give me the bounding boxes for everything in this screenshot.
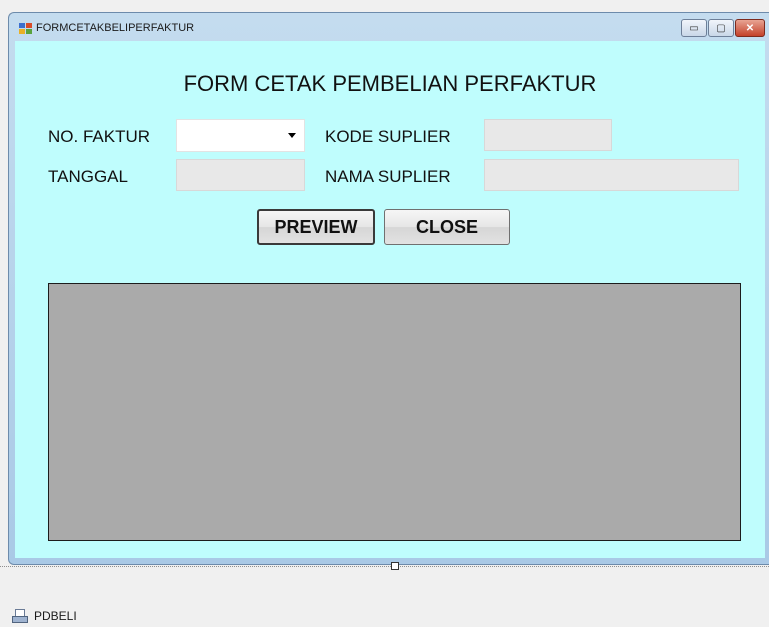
maximize-icon: ▢ [716, 22, 726, 34]
kode-suplier-field[interactable] [484, 119, 612, 151]
print-document-icon [12, 609, 30, 623]
preview-button-label: PREVIEW [274, 216, 358, 237]
minimize-button[interactable]: ▭ [681, 19, 707, 37]
tray-component-pdbeli[interactable]: PDBELI [12, 609, 77, 623]
window-title: FORMCETAKBELIPERFAKTUR [36, 22, 195, 34]
close-button[interactable]: CLOSE [384, 209, 510, 245]
resize-handle[interactable] [391, 562, 399, 570]
nama-suplier-label: NAMA SUPLIER [325, 167, 451, 186]
title-bar[interactable]: FORMCETAKBELIPERFAKTUR ▭ ▢ ✕ [9, 13, 769, 41]
no-faktur-label: NO. FAKTUR [48, 127, 151, 146]
tray-component-label: PDBELI [34, 609, 77, 623]
chevron-down-icon[interactable] [288, 133, 296, 138]
tanggal-field[interactable] [176, 159, 305, 191]
preview-button[interactable]: PREVIEW [257, 209, 375, 245]
component-tray: PDBELI [0, 578, 769, 627]
form-client-area: FORM CETAK PEMBELIAN PERFAKTUR NO. FAKTU… [15, 41, 765, 558]
form-window: FORMCETAKBELIPERFAKTUR ▭ ▢ ✕ FORM CETAK … [8, 12, 769, 565]
nama-suplier-field[interactable] [484, 159, 739, 191]
tanggal-label: TANGGAL [48, 167, 128, 186]
maximize-button[interactable]: ▢ [708, 19, 734, 37]
close-icon: ✕ [745, 22, 755, 34]
form-heading: FORM CETAK PEMBELIAN PERFAKTUR [183, 71, 597, 96]
crystal-report-viewer[interactable] [48, 283, 741, 541]
no-faktur-combobox[interactable] [176, 119, 305, 152]
window-controls: ▭ ▢ ✕ [680, 19, 765, 37]
close-button-label: CLOSE [415, 216, 478, 237]
close-window-button[interactable]: ✕ [735, 19, 765, 37]
kode-suplier-label: KODE SUPLIER [325, 127, 451, 146]
designer-selection-edge [0, 566, 769, 567]
form-icon [19, 23, 33, 35]
minimize-icon: ▭ [689, 22, 699, 34]
